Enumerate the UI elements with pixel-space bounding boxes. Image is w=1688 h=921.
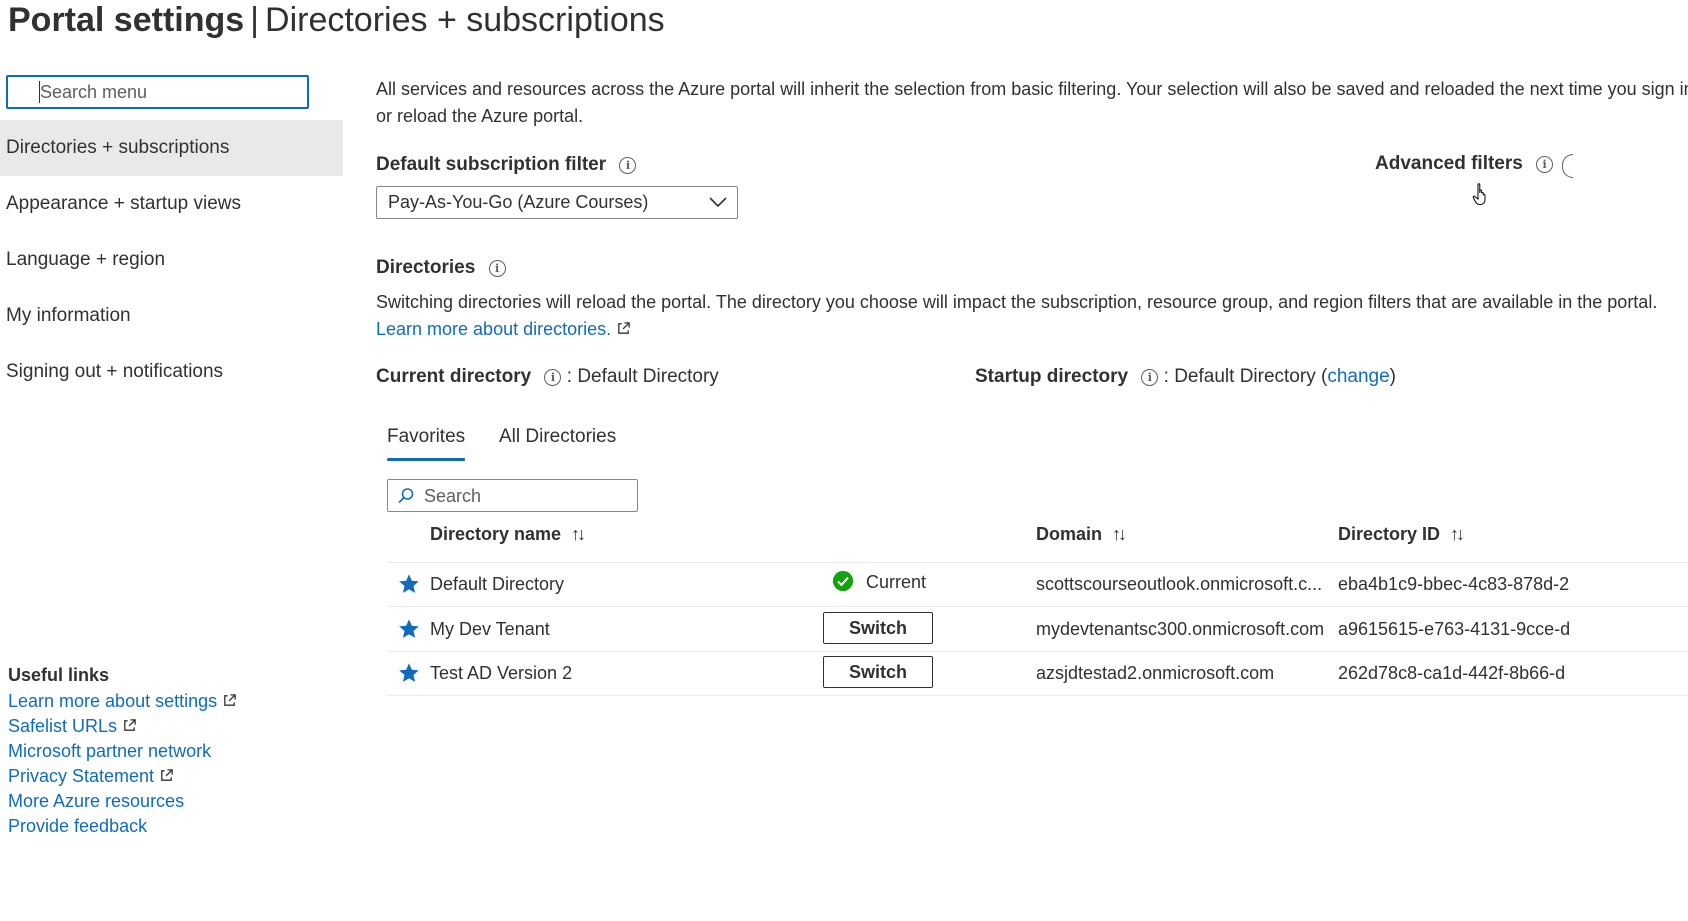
column-header-directory-id[interactable]: Directory ID ↑↓: [1338, 524, 1465, 545]
switch-button[interactable]: Switch: [823, 656, 933, 688]
text-caret: [39, 81, 40, 103]
star-icon[interactable]: [398, 573, 420, 595]
check-circle-icon: [832, 570, 854, 592]
row-directory-id: a9615615-e763-4131-9cce-d: [1338, 619, 1571, 639]
external-link-icon: [124, 719, 136, 731]
row-domain: mydevtenantsc300.onmicrosoft.com: [1036, 619, 1325, 639]
column-header-directory-name[interactable]: Directory name ↑↓: [430, 524, 586, 545]
default-filter-label-row: Default subscription filter i: [376, 154, 637, 176]
current-directory-value: : Default Directory: [566, 366, 719, 387]
link-safelist-urls-label[interactable]: Safelist URLs: [8, 716, 117, 736]
column-header-domain[interactable]: Domain ↑↓: [1036, 524, 1127, 545]
menu-item-language-region[interactable]: Language + region: [0, 232, 343, 288]
startup-change-link[interactable]: change: [1327, 366, 1389, 387]
sort-icon[interactable]: ↑↓: [571, 524, 586, 544]
link-privacy-statement[interactable]: Privacy Statement: [8, 766, 174, 787]
star-icon[interactable]: [398, 618, 420, 640]
row-directory-id: 262d78c8-ca1d-442f-8b66-d: [1338, 663, 1566, 683]
row-status-current: Current: [866, 572, 927, 592]
info-icon[interactable]: i: [619, 157, 637, 174]
current-directory-label: Current directory: [376, 366, 532, 387]
link-learn-more-settings-label[interactable]: Learn more about settings: [8, 691, 217, 711]
link-privacy-statement-label[interactable]: Privacy Statement: [8, 766, 154, 786]
directories-description-text: Switching directories will reload the po…: [376, 292, 1658, 312]
page-title-section: Directories + subscriptions: [265, 1, 665, 39]
row-directory-name: Test AD Version 2: [430, 663, 573, 683]
info-icon[interactable]: i: [1536, 156, 1554, 173]
default-subscription-value: Pay-As-You-Go (Azure Courses): [388, 192, 649, 212]
table-divider: [387, 562, 1688, 563]
page-title: Portal settings | Directories + subscripti…: [8, 0, 665, 40]
page-title-main: Portal settings: [8, 1, 245, 39]
link-provide-feedback[interactable]: Provide feedback: [8, 816, 147, 837]
external-link-icon: [224, 694, 236, 706]
info-icon[interactable]: i: [544, 369, 562, 386]
row-directory-name: My Dev Tenant: [430, 619, 550, 639]
row-directory-id: eba4b1c9-bbec-4c83-878d-2: [1338, 574, 1570, 594]
column-domain-label[interactable]: Domain: [1036, 524, 1102, 544]
tab-all-directories[interactable]: All Directories: [499, 426, 616, 448]
directories-label: Directories: [376, 257, 476, 278]
advanced-filters-label: Advanced filters: [1375, 153, 1523, 174]
directory-search-box[interactable]: [387, 479, 638, 513]
link-microsoft-partner-network[interactable]: Microsoft partner network: [8, 741, 211, 762]
menu-item-signing-out-notifications[interactable]: Signing out + notifications: [0, 344, 343, 400]
startup-directory-label: Startup directory: [975, 366, 1129, 387]
tab-favorites[interactable]: Favorites: [387, 426, 465, 448]
sort-icon[interactable]: ↑↓: [1112, 524, 1127, 544]
active-tab-indicator: [387, 458, 465, 461]
link-more-azure-resources[interactable]: More Azure resources: [8, 791, 184, 812]
chevron-down-icon: [709, 197, 727, 208]
table-divider: [387, 695, 1688, 696]
advanced-filters-toggle[interactable]: [1562, 154, 1573, 178]
row-domain: azsjdtestad2.onmicrosoft.com: [1036, 663, 1275, 683]
external-link-icon: [161, 769, 173, 781]
menu-item-appearance-startup-views[interactable]: Appearance + startup views: [0, 176, 343, 232]
menu-item-my-information[interactable]: My information: [0, 288, 343, 344]
default-filter-label: Default subscription filter: [376, 154, 607, 175]
hand-cursor-icon: [1472, 183, 1486, 205]
useful-links-title: Useful links: [8, 665, 110, 685]
table-divider: [387, 606, 1688, 607]
search-icon: [398, 488, 414, 504]
link-learn-more-settings[interactable]: Learn more about settings: [8, 691, 237, 712]
startup-directory-row: Startup directory i : Default Directory …: [975, 366, 1396, 388]
directories-label-row: Directories i: [376, 257, 506, 279]
column-directory-id-label[interactable]: Directory ID: [1338, 524, 1440, 544]
default-subscription-dropdown[interactable]: Pay-As-You-Go (Azure Courses): [376, 186, 738, 219]
learn-more-directories-link[interactable]: Learn more about directories.: [376, 319, 611, 339]
search-menu-input[interactable]: [8, 77, 307, 107]
directory-search-input[interactable]: [422, 480, 636, 513]
column-directory-name-label[interactable]: Directory name: [430, 524, 561, 544]
intro-description: All services and resources across the Az…: [376, 79, 1688, 126]
info-icon[interactable]: i: [488, 260, 506, 277]
current-directory-row: Current directory i : Default Directory: [376, 366, 719, 388]
switch-button[interactable]: Switch: [823, 612, 933, 644]
sort-icon[interactable]: ↑↓: [1450, 524, 1465, 544]
search-menu-box[interactable]: [6, 75, 309, 109]
star-icon[interactable]: [398, 662, 420, 684]
startup-close-paren: ): [1389, 366, 1396, 387]
advanced-filters-row: Advanced filters i: [1375, 153, 1554, 175]
directories-description: Switching directories will reload the po…: [376, 289, 1688, 343]
info-icon[interactable]: i: [1141, 369, 1159, 386]
table-divider: [387, 651, 1688, 652]
row-domain: scottscourseoutlook.onmicrosoft.c...: [1036, 574, 1323, 594]
row-directory-name: Default Directory: [430, 574, 565, 594]
title-separator: |: [250, 1, 260, 39]
menu-item-directories-subscriptions[interactable]: Directories + subscriptions: [0, 120, 343, 176]
startup-directory-value: : Default Directory (: [1163, 366, 1328, 387]
link-safelist-urls[interactable]: Safelist URLs: [8, 716, 137, 737]
external-link-icon: [618, 322, 630, 334]
